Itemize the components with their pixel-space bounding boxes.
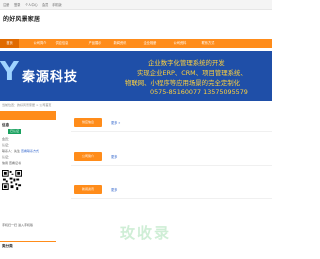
qr-code-icon <box>2 170 22 190</box>
banner-slogan-1: 企业数字化管理系统的开发 <box>148 59 225 67</box>
section-supply: 供应信息 更多 » <box>71 114 272 132</box>
verified-badge: 已认证 <box>8 129 22 134</box>
site-title[interactable]: 的好风景家居 <box>3 14 40 23</box>
nav-item-products[interactable]: 产品展示 <box>85 39 105 48</box>
nav-item-home[interactable]: 首页 <box>0 39 19 48</box>
section-news-tab[interactable]: 新闻资讯 <box>74 185 102 194</box>
nav-item-about[interactable]: 公司简介 <box>30 39 50 48</box>
watermark-text: 玫收录 <box>120 224 172 242</box>
banner-slogan-2: 实现企业ERP、CRM、项目管理系统、 <box>137 69 247 77</box>
section-about: 公司简介 更多 <box>71 148 272 166</box>
sidebar-contact-label: 联系人：先生 <box>2 149 21 153</box>
sidebar-line-auth: 认证： <box>2 143 12 147</box>
main-nav: 首页 公司简介 供应信息 产品展示 新闻资讯 企业相册 公司资料 联系方式 <box>0 39 272 48</box>
sidebar-title: 信息 <box>2 123 10 127</box>
topbar-link-member[interactable]: 会员 <box>42 2 48 7</box>
section-about-tab[interactable]: 公司简介 <box>74 152 102 161</box>
banner-ad[interactable]: Y 秦源科技 企业数字化管理系统的开发 实现企业ERP、CRM、项目管理系统、 … <box>0 51 272 101</box>
banner-brand: 秦源科技 <box>22 70 79 85</box>
section-about-more-link[interactable]: 更多 <box>111 154 117 159</box>
breadcrumb: 当前位置：的好风景家居 > 公司首页 <box>2 103 52 107</box>
topbar-link-register[interactable]: 注册 <box>3 2 9 7</box>
topbar-link-login[interactable]: 登录 <box>14 2 20 7</box>
section-news: 新闻资讯 更多 <box>71 181 272 199</box>
topbar-link-mobile[interactable]: 手机版 <box>52 2 62 7</box>
banner-slogan-3: 物联网、小程序等应用场景的完全定制化 <box>125 79 241 87</box>
sidebar-category-title: 类分类 <box>2 244 13 248</box>
sidebar-divider <box>0 241 56 242</box>
sidebar-line-credit[interactable]: 信用 查看证书 <box>2 161 21 165</box>
nav-item-supply[interactable]: 供应信息 <box>52 39 72 48</box>
topbar-link-user-center[interactable]: 个人中心 <box>25 2 38 7</box>
nav-item-news[interactable]: 新闻资讯 <box>110 39 130 48</box>
top-bar: 注册 登录 个人中心 会员 手机版 <box>0 0 272 10</box>
nav-item-company-info[interactable]: 公司资料 <box>170 39 190 48</box>
sidebar-line-contact: 联系人：先生 查看联系方式 <box>2 149 39 153</box>
sidebar-line-member: 会员： <box>2 137 12 141</box>
section-supply-more-link[interactable]: 更多 » <box>111 120 120 125</box>
brand-logo-icon: Y <box>0 57 19 87</box>
section-news-more-link[interactable]: 更多 <box>111 187 117 192</box>
nav-item-contact[interactable]: 联系方式 <box>198 39 218 48</box>
mobile-scan-note: 手机扫一扫 进入手机版 <box>2 223 33 227</box>
sidebar-header-bar <box>0 111 56 120</box>
sidebar-line-cert: 认证： <box>2 155 12 159</box>
section-supply-tab[interactable]: 供应信息 <box>74 118 102 127</box>
banner-phones: 0575-85160077 13575095579 <box>150 88 248 96</box>
view-contact-link[interactable]: 查看联系方式 <box>21 149 39 153</box>
nav-item-album[interactable]: 企业相册 <box>140 39 160 48</box>
